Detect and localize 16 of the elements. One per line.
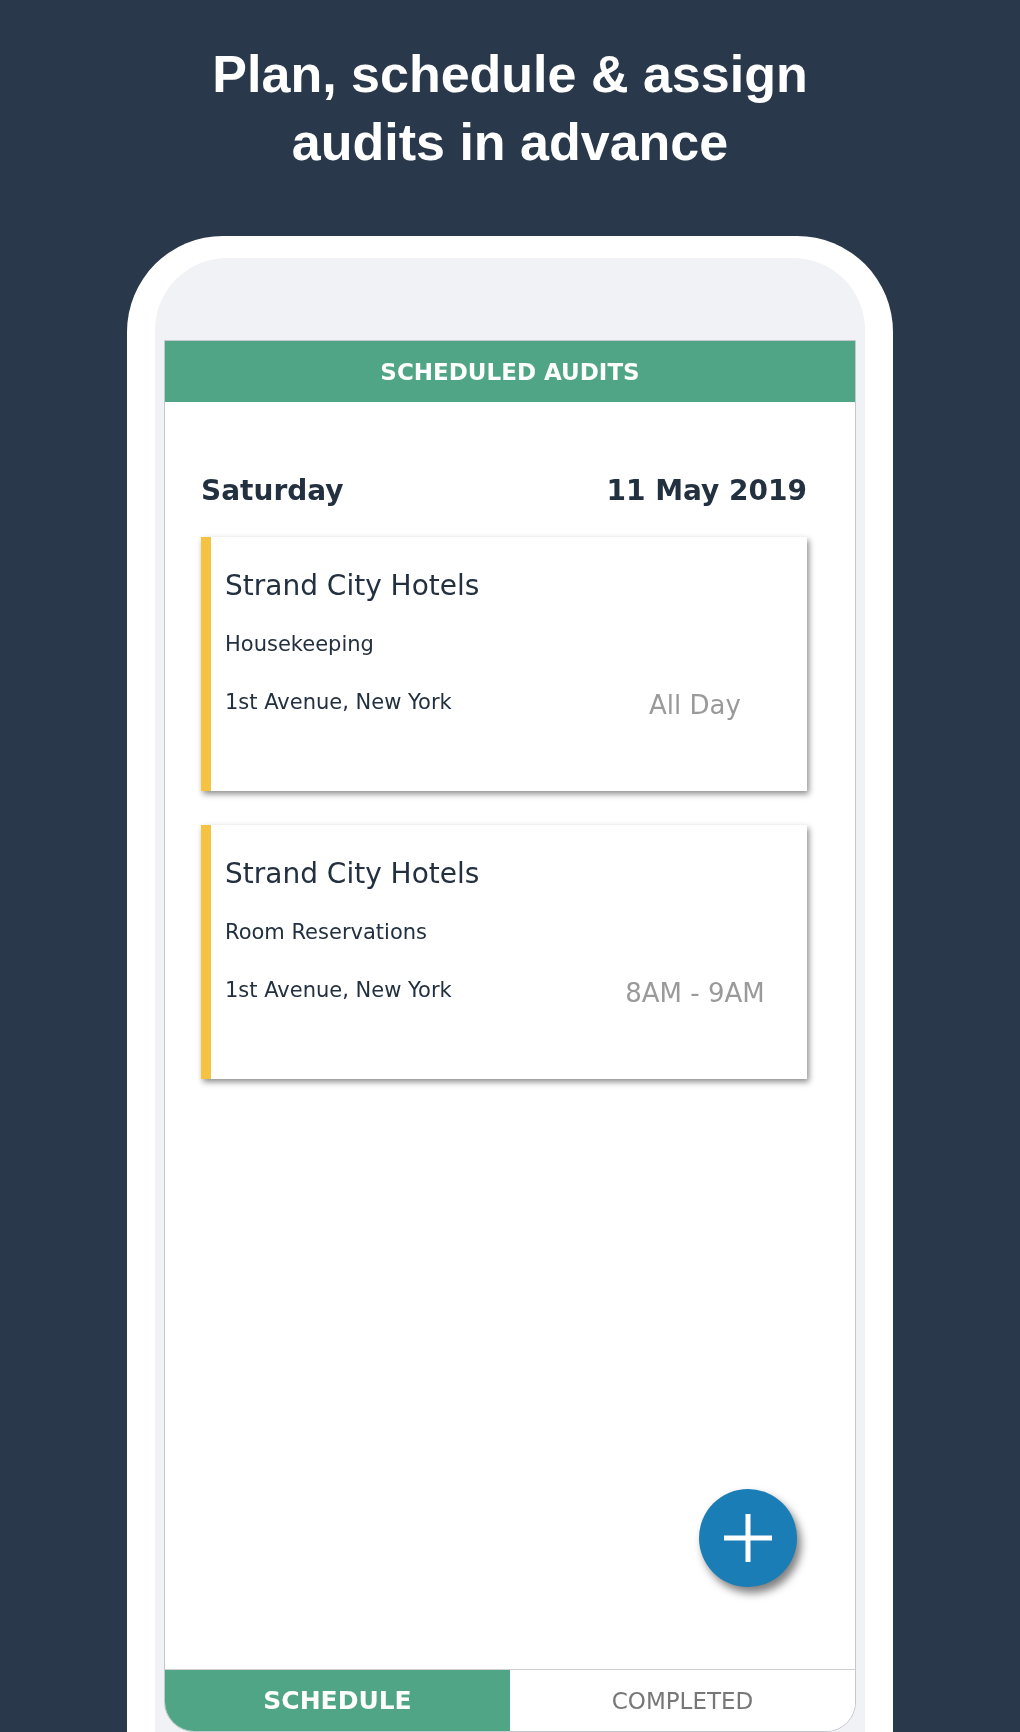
audit-address: 1st Avenue, New York xyxy=(225,690,453,714)
day-label: Saturday xyxy=(201,474,344,507)
audit-time: All Day xyxy=(648,690,742,720)
audit-card[interactable]: Strand City Hotels Room Reservations 1st Avenue, New York 8AM - 9AM xyxy=(201,825,807,1079)
add-button[interactable] xyxy=(699,1489,797,1587)
screen-title: SCHEDULED AUDITS xyxy=(165,341,855,402)
audit-title: Strand City Hotels xyxy=(225,857,481,890)
audit-card[interactable]: Strand City Hotels Housekeeping 1st Avenue, New York All Day xyxy=(201,537,807,791)
audit-department: Room Reservations xyxy=(225,920,428,944)
audit-time: 8AM - 9AM xyxy=(624,978,766,1008)
plus-icon xyxy=(721,1511,775,1565)
headline: Plan, schedule & assign audits in advance xyxy=(211,44,809,173)
audit-address: 1st Avenue, New York xyxy=(225,978,453,1002)
audit-title: Strand City Hotels xyxy=(225,569,481,602)
audit-department: Housekeeping xyxy=(225,632,375,656)
date-label: 11 May 2019 xyxy=(606,474,807,507)
